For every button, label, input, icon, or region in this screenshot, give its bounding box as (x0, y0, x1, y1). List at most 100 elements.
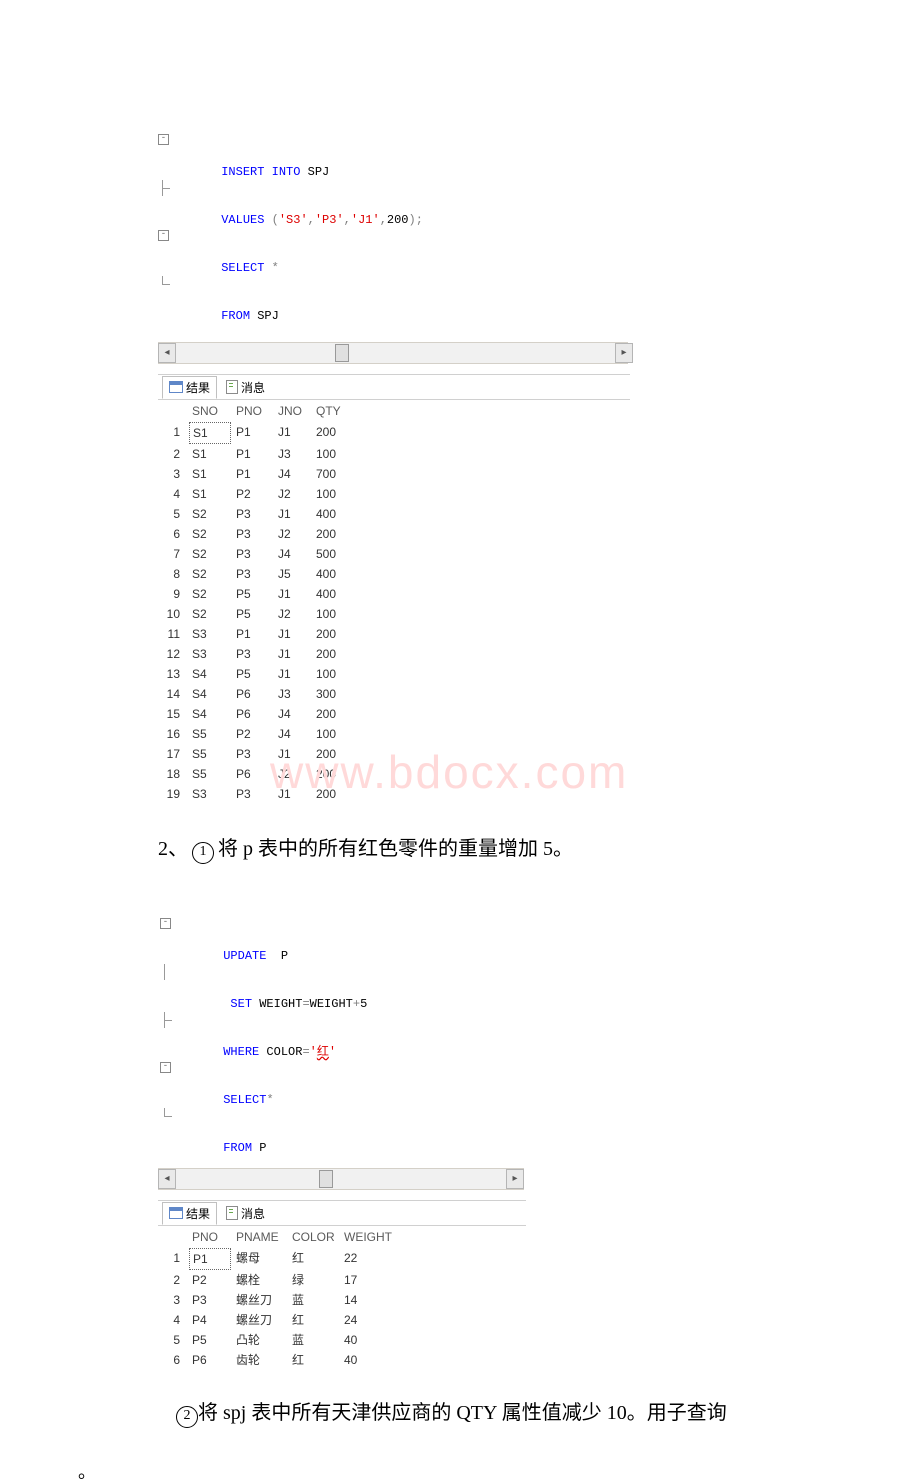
table-row[interactable]: 6S2P3J2200 (158, 524, 418, 544)
cell: J1 (274, 584, 312, 604)
table-row[interactable]: 14S4P6J3300 (158, 684, 418, 704)
cell: 螺丝刀 (232, 1290, 288, 1310)
table-row[interactable]: 12S3P3J1200 (158, 644, 418, 664)
table-row[interactable]: 6P6齿轮红40 (158, 1350, 458, 1370)
cell: J4 (274, 544, 312, 564)
scroll-right-icon[interactable]: ▸ (506, 1169, 524, 1189)
cell: P1 (232, 422, 274, 444)
sql-block-2: - UPDATE P SET WEIGHT=WEIGHT+5 WHERE COL… (160, 884, 820, 1156)
tab-results[interactable]: 结果 (162, 376, 217, 399)
table-row[interactable]: 3S1P1J4700 (158, 464, 418, 484)
cell: J1 (274, 784, 312, 804)
results-tabs: 结果 消息 (158, 1200, 526, 1226)
row-number: 12 (158, 644, 188, 664)
row-number: 5 (158, 1330, 188, 1350)
cell: 200 (312, 704, 352, 724)
table-row[interactable]: 7S2P3J4500 (158, 544, 418, 564)
cell: J4 (274, 704, 312, 724)
table-row[interactable]: 10S2P5J2100 (158, 604, 418, 624)
table-row[interactable]: 3P3螺丝刀蓝14 (158, 1290, 458, 1310)
tab-messages[interactable]: 消息 (219, 376, 272, 399)
scroll-left-icon[interactable]: ◂ (158, 343, 176, 363)
table-row[interactable]: 1P1螺母红22 (158, 1248, 458, 1270)
cell: P6 (188, 1350, 232, 1370)
question-tail: 。 (78, 1458, 820, 1484)
cell: 200 (312, 524, 352, 544)
table-row[interactable]: 2P2螺栓绿17 (158, 1270, 458, 1290)
horizontal-scrollbar[interactable]: ◂ ▸ (158, 1168, 524, 1190)
cell: 24 (340, 1310, 396, 1330)
table-row[interactable]: 19S3P3J1200 (158, 784, 418, 804)
row-number: 7 (158, 544, 188, 564)
tab-messages[interactable]: 消息 (219, 1202, 272, 1225)
table-row[interactable]: 18S5P6J2200 (158, 764, 418, 784)
cell: S2 (188, 544, 232, 564)
row-number: 2 (158, 444, 188, 464)
cell: P2 (232, 484, 274, 504)
row-number: 3 (158, 464, 188, 484)
cell: 螺栓 (232, 1270, 288, 1290)
cell: 100 (312, 664, 352, 684)
table-row[interactable]: 15S4P6J4200 (158, 704, 418, 724)
cell: 40 (340, 1350, 396, 1370)
cell: S2 (188, 564, 232, 584)
cell: 100 (312, 444, 352, 464)
cell: J1 (274, 664, 312, 684)
cell: J2 (274, 484, 312, 504)
row-number: 8 (158, 564, 188, 584)
cell: J4 (274, 724, 312, 744)
table-row[interactable]: 8S2P3J5400 (158, 564, 418, 584)
scroll-thumb[interactable] (335, 344, 349, 362)
tab-results[interactable]: 结果 (162, 1202, 217, 1225)
cell: 17 (340, 1270, 396, 1290)
horizontal-scrollbar[interactable]: ◂ ▸ (158, 342, 628, 364)
cell: J5 (274, 564, 312, 584)
table-row[interactable]: 9S2P5J1400 (158, 584, 418, 604)
table-row[interactable]: 4S1P2J2100 (158, 484, 418, 504)
cell: 400 (312, 564, 352, 584)
cell: J4 (274, 464, 312, 484)
scroll-right-icon[interactable]: ▸ (615, 343, 633, 363)
table-row[interactable]: 5P5凸轮蓝40 (158, 1330, 458, 1350)
table-row[interactable]: 2S1P1J3100 (158, 444, 418, 464)
cell: 22 (340, 1248, 396, 1270)
table-row[interactable]: 4P4螺丝刀红24 (158, 1310, 458, 1330)
cell: 凸轮 (232, 1330, 288, 1350)
scroll-thumb[interactable] (319, 1170, 333, 1188)
row-number: 6 (158, 524, 188, 544)
cell: 700 (312, 464, 352, 484)
scroll-left-icon[interactable]: ◂ (158, 1169, 176, 1189)
cell: 蓝 (288, 1290, 340, 1310)
cell: S5 (188, 724, 232, 744)
circle-number-icon: 1 (192, 842, 214, 864)
cell: S2 (188, 604, 232, 624)
cell: S5 (188, 744, 232, 764)
results-grid-1: SNO PNO JNO QTY 1S1P1J12002S1P1J31003S1P… (158, 400, 820, 804)
tree-marker-minus-icon: - (160, 1062, 171, 1073)
row-number: 1 (158, 1248, 188, 1270)
cell: 14 (340, 1290, 396, 1310)
sql-block-1: - INSERT INTO SPJ VALUES ('S3','P3','J1'… (158, 100, 820, 324)
cell: J1 (274, 644, 312, 664)
cell: P1 (232, 444, 274, 464)
cell: 绿 (288, 1270, 340, 1290)
table-row[interactable]: 5S2P3J1400 (158, 504, 418, 524)
row-number: 17 (158, 744, 188, 764)
row-number: 19 (158, 784, 188, 804)
cell: 400 (312, 504, 352, 524)
cell: S3 (188, 644, 232, 664)
cell: 红 (288, 1350, 340, 1370)
table-row[interactable]: 13S4P5J1100 (158, 664, 418, 684)
cell: 蓝 (288, 1330, 340, 1350)
table-row[interactable]: 16S5P2J4100 (158, 724, 418, 744)
table-row[interactable]: 11S3P1J1200 (158, 624, 418, 644)
cell: P3 (232, 744, 274, 764)
table-row[interactable]: 1S1P1J1200 (158, 422, 418, 444)
cell: S4 (188, 684, 232, 704)
cell: 100 (312, 724, 352, 744)
tree-marker-minus-icon: - (158, 134, 169, 145)
cell: J2 (274, 524, 312, 544)
cell: 100 (312, 604, 352, 624)
row-number: 13 (158, 664, 188, 684)
table-row[interactable]: 17S5P3J1200 (158, 744, 418, 764)
